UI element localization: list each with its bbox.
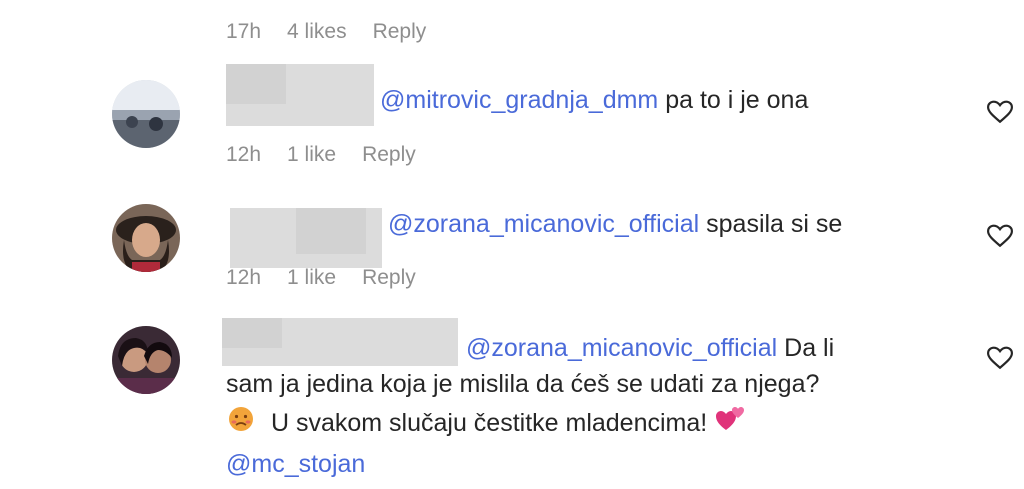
like-heart-icon[interactable] bbox=[986, 224, 1014, 248]
comment-time: 12h bbox=[226, 266, 262, 289]
avatar[interactable] bbox=[112, 80, 180, 148]
comment-likes[interactable]: 1 like bbox=[287, 143, 336, 167]
previous-comment-meta: 17h 4 likes Reply bbox=[226, 20, 426, 44]
comment-text: @zorana_micanovic_official Da li sam ja … bbox=[226, 334, 835, 478]
comment-text: @zorana_micanovic_official spasila si se bbox=[388, 210, 843, 238]
like-heart-icon[interactable] bbox=[986, 346, 1014, 370]
mention-link[interactable]: @mc_stojan bbox=[226, 450, 365, 478]
mention-link[interactable]: @zorana_micanovic_official bbox=[388, 210, 699, 238]
reply-button[interactable]: Reply bbox=[373, 20, 427, 44]
two-hearts-emoji-icon bbox=[714, 404, 746, 444]
comment-meta: 12h 1 like Reply bbox=[226, 143, 416, 167]
comment-time: 17h bbox=[226, 20, 262, 43]
comment-time: 12h bbox=[226, 143, 262, 166]
like-heart-icon[interactable] bbox=[986, 100, 1014, 124]
mention-link[interactable]: @zorana_micanovic_official bbox=[466, 334, 777, 362]
sad-face-emoji-icon bbox=[226, 404, 256, 444]
mention-link[interactable]: @mitrovic_gradnja_dmm bbox=[380, 86, 658, 114]
avatar[interactable] bbox=[112, 326, 180, 394]
reply-button[interactable]: Reply bbox=[362, 266, 416, 290]
comment-text: @mitrovic_gradnja_dmm pa to i je ona bbox=[380, 86, 809, 114]
comment-likes[interactable]: 4 likes bbox=[287, 20, 347, 44]
comment-likes[interactable]: 1 like bbox=[287, 266, 336, 290]
redacted-username bbox=[296, 208, 366, 254]
avatar[interactable] bbox=[112, 204, 180, 272]
redacted-username bbox=[226, 64, 286, 104]
reply-button[interactable]: Reply bbox=[362, 143, 416, 167]
comment-meta: 12h 1 like Reply bbox=[226, 266, 416, 290]
